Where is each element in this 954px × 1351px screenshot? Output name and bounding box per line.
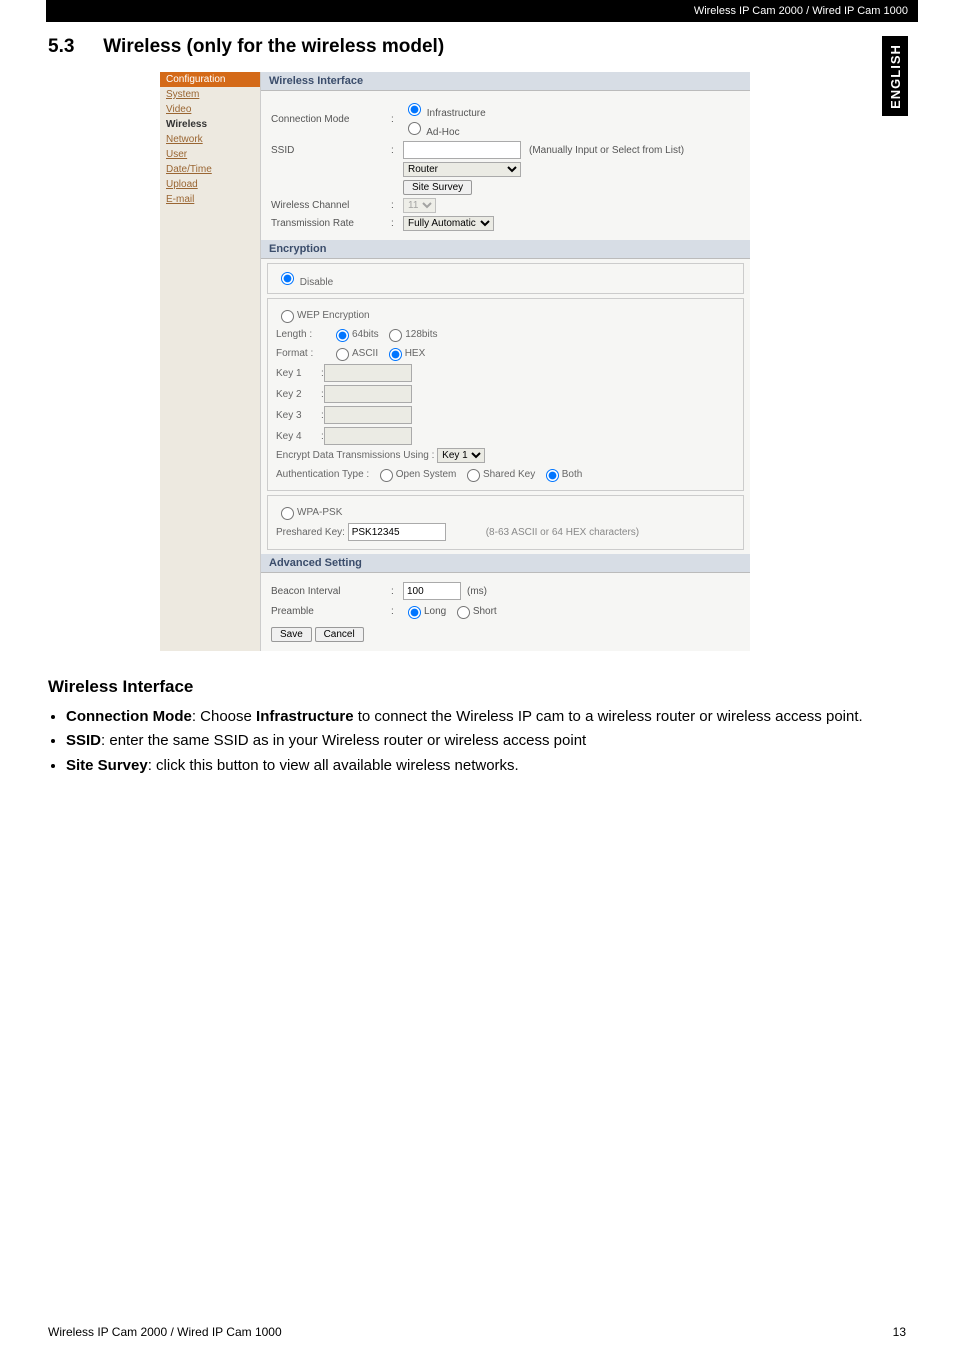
encryption-disable-label: Disable: [300, 277, 333, 288]
ssid-label: SSID: [271, 145, 391, 156]
wep-key3-input[interactable]: [324, 406, 412, 424]
encryption-wep-radio[interactable]: [281, 310, 294, 323]
panel-wireless-interface-title: Wireless Interface: [261, 72, 750, 91]
config-screenshot: Configuration System Video Wireless Netw…: [160, 72, 750, 651]
wep-key3-label: Key 3: [276, 410, 321, 421]
wep-length-label: Length :: [276, 329, 331, 340]
footer-page-number: 13: [893, 1325, 906, 1339]
preamble-short-radio[interactable]: [457, 606, 470, 619]
transmission-rate-select[interactable]: Fully Automatic: [403, 216, 494, 231]
wep-key2-input[interactable]: [324, 385, 412, 403]
encryption-wpa-radio[interactable]: [281, 507, 294, 520]
footer-left: Wireless IP Cam 2000 / Wired IP Cam 1000: [48, 1325, 282, 1339]
beacon-input[interactable]: [403, 582, 461, 600]
wep-length-128-label: 128bits: [405, 329, 437, 340]
wpa-psk-hint: (8-63 ASCII or 64 HEX characters): [486, 527, 639, 538]
bullet-site-survey: Site Survey: click this button to view a…: [66, 756, 894, 776]
wep-format-hex[interactable]: [389, 348, 402, 361]
encryption-wep-label: WEP Encryption: [297, 310, 370, 321]
wep-format-ascii-label: ASCII: [352, 348, 378, 359]
section-number: 5.3: [48, 36, 98, 58]
preamble-long-label: Long: [424, 606, 446, 617]
wep-key2-label: Key 2: [276, 389, 321, 400]
connection-mode-adhoc-label: Ad-Hoc: [426, 127, 459, 138]
auth-shared-label: Shared Key: [483, 469, 535, 480]
language-tab-text: ENGLISH: [888, 44, 903, 109]
wep-length-128[interactable]: [389, 329, 402, 342]
beacon-unit: (ms): [467, 586, 487, 597]
ssid-hint: (Manually Input or Select from List): [529, 145, 684, 156]
wep-encrypt-using-label: Encrypt Data Transmissions Using :: [276, 450, 434, 461]
wireless-channel-label: Wireless Channel: [271, 200, 391, 211]
panel-encryption-title: Encryption: [261, 240, 750, 259]
wpa-psk-input[interactable]: [348, 523, 446, 541]
transmission-rate-label: Transmission Rate: [271, 218, 391, 229]
auth-open-radio[interactable]: [380, 469, 393, 482]
panel-advanced-title: Advanced Setting: [261, 554, 750, 573]
config-sidebar: Configuration System Video Wireless Netw…: [160, 72, 261, 651]
sidebar-item-wireless[interactable]: Wireless: [160, 117, 260, 132]
save-button[interactable]: Save: [271, 627, 312, 642]
wep-length-64-label: 64bits: [352, 329, 379, 340]
auth-both-radio[interactable]: [546, 469, 559, 482]
sidebar-item-email[interactable]: E-mail: [160, 192, 260, 207]
site-survey-button[interactable]: Site Survey: [403, 180, 472, 195]
encryption-disable-radio[interactable]: [281, 272, 294, 285]
wep-format-ascii[interactable]: [336, 348, 349, 361]
auth-both-label: Both: [562, 469, 583, 480]
section-heading: 5.3 Wireless (only for the wireless mode…: [48, 36, 894, 58]
wep-encrypt-using-select[interactable]: Key 1: [437, 448, 485, 463]
encryption-wpa-label: WPA-PSK: [297, 507, 342, 518]
wep-format-label: Format :: [276, 348, 331, 359]
wep-format-hex-label: HEX: [405, 348, 426, 359]
sidebar-item-network[interactable]: Network: [160, 132, 260, 147]
sidebar-item-user[interactable]: User: [160, 147, 260, 162]
header-product: Wireless IP Cam 2000 / Wired IP Cam 1000: [694, 5, 908, 17]
bullet-ssid: SSID: enter the same SSID as in your Wir…: [66, 731, 894, 751]
connection-mode-label: Connection Mode: [271, 114, 391, 125]
wep-auth-type-label: Authentication Type :: [276, 469, 369, 480]
ssid-input[interactable]: [403, 141, 521, 159]
connection-mode-infrastructure-label: Infrastructure: [427, 108, 486, 119]
connection-mode-adhoc[interactable]: [408, 122, 421, 135]
auth-shared-radio[interactable]: [467, 469, 480, 482]
wep-key4-label: Key 4: [276, 431, 321, 442]
wep-key1-label: Key 1: [276, 368, 321, 379]
sidebar-item-system[interactable]: System: [160, 87, 260, 102]
auth-open-label: Open System: [396, 469, 457, 480]
wep-key1-input[interactable]: [324, 364, 412, 382]
body-subheading: Wireless Interface: [48, 677, 894, 697]
body-bullet-list: Connection Mode: Choose Infrastructure t…: [66, 707, 894, 776]
wpa-psk-label: Preshared Key:: [276, 527, 345, 538]
bullet-connection-mode: Connection Mode: Choose Infrastructure t…: [66, 707, 894, 727]
language-tab: ENGLISH: [882, 36, 908, 116]
sidebar-header: Configuration: [160, 72, 260, 87]
preamble-long-radio[interactable]: [408, 606, 421, 619]
connection-mode-infrastructure[interactable]: [408, 103, 421, 116]
sidebar-item-datetime[interactable]: Date/Time: [160, 162, 260, 177]
wireless-channel-select[interactable]: 11: [403, 198, 436, 213]
cancel-button[interactable]: Cancel: [315, 627, 364, 642]
ssid-router-select[interactable]: Router: [403, 162, 521, 177]
sidebar-item-video[interactable]: Video: [160, 102, 260, 117]
preamble-label: Preamble: [271, 606, 391, 617]
wep-key4-input[interactable]: [324, 427, 412, 445]
preamble-short-label: Short: [473, 606, 497, 617]
section-title: Wireless (only for the wireless model): [103, 36, 444, 57]
sidebar-item-upload[interactable]: Upload: [160, 177, 260, 192]
wep-length-64[interactable]: [336, 329, 349, 342]
beacon-label: Beacon Interval: [271, 586, 391, 597]
